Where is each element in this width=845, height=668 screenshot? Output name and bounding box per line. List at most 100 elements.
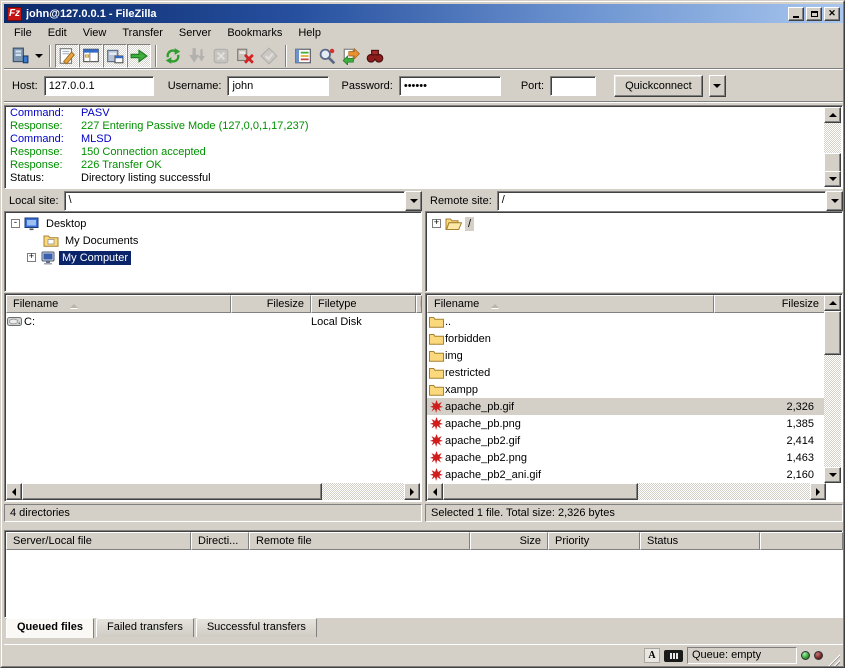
column-header-filesize[interactable]: Filesize <box>714 295 826 313</box>
column-header-priority[interactable]: Priority <box>548 532 640 550</box>
file-row-c-drive[interactable]: C: Local Disk <box>6 313 420 330</box>
collapse-icon[interactable] <box>11 219 20 228</box>
tree-item-root[interactable]: / <box>426 215 842 232</box>
menu-edit[interactable]: Edit <box>40 25 75 41</box>
column-header-filename[interactable]: Filename <box>6 295 231 313</box>
tree-item-my-computer[interactable]: My Computer <box>5 249 421 266</box>
password-input[interactable] <box>399 76 501 96</box>
file-row[interactable]: img <box>427 347 826 364</box>
local-site-combo[interactable]: \ <box>64 191 422 211</box>
file-row[interactable]: xampp <box>427 381 826 398</box>
file-row[interactable]: forbidden <box>427 330 826 347</box>
column-header-filetype[interactable]: Filetype <box>311 295 416 313</box>
resize-grip[interactable] <box>827 653 840 666</box>
remote-tree: / <box>425 211 843 292</box>
site-manager-button[interactable] <box>8 44 32 68</box>
remote-vscroll-thumb[interactable] <box>824 311 841 355</box>
tab-successful-transfers[interactable]: Successful transfers <box>196 618 317 637</box>
tree-item-label[interactable]: My Documents <box>62 234 141 248</box>
maximize-button[interactable] <box>806 7 822 21</box>
tab-queued-files[interactable]: Queued files <box>6 618 94 638</box>
process-queue-button[interactable] <box>185 44 209 68</box>
tab-failed-transfers[interactable]: Failed transfers <box>96 618 194 637</box>
expand-icon[interactable] <box>27 253 36 262</box>
drive-icon <box>6 316 24 327</box>
synchronized-browsing-button[interactable] <box>339 44 363 68</box>
refresh-button[interactable] <box>161 44 185 68</box>
sync-browsing-icon <box>342 47 360 65</box>
tree-item-desktop[interactable]: Desktop <box>5 215 421 232</box>
status-bar: A Queue: empty <box>4 644 843 666</box>
tree-item-my-documents[interactable]: My Documents <box>5 232 421 249</box>
local-site-dropdown[interactable] <box>405 191 422 211</box>
host-input[interactable] <box>44 76 154 96</box>
directory-comparison-button[interactable] <box>315 44 339 68</box>
close-button[interactable]: ✕ <box>824 7 840 21</box>
username-label: Username: <box>168 80 222 92</box>
file-row[interactable]: apache_pb2.png 1,463 <box>427 449 826 466</box>
menu-file[interactable]: File <box>6 25 40 41</box>
reconnect-button[interactable] <box>257 44 281 68</box>
remote-list-header: Filename Filesize <box>427 295 826 313</box>
folder-icon <box>427 367 445 379</box>
file-type: Local Disk <box>311 316 362 328</box>
toolbar-separator <box>155 45 157 67</box>
data-type-indicator-icon[interactable]: A <box>644 648 660 663</box>
image-file-icon <box>427 417 445 430</box>
column-header-size[interactable]: Size <box>470 532 548 550</box>
menu-transfer[interactable]: Transfer <box>114 25 171 41</box>
log-scrollbar[interactable] <box>824 107 841 187</box>
port-label: Port: <box>521 80 544 92</box>
file-row[interactable]: apache_pb2_ani.gif 2,160 <box>427 466 826 483</box>
column-header-status[interactable]: Status <box>640 532 760 550</box>
file-row[interactable]: .. <box>427 313 826 330</box>
quickconnect-dropdown[interactable] <box>709 75 726 97</box>
tree-item-label[interactable]: Desktop <box>43 217 89 231</box>
speed-limits-icon[interactable] <box>664 650 683 662</box>
tree-item-label[interactable]: My Computer <box>59 251 131 265</box>
log-line: Command:MLSD <box>7 133 823 146</box>
remote-vertical-scrollbar[interactable] <box>824 295 841 483</box>
menu-server[interactable]: Server <box>171 25 219 41</box>
toggle-transfer-queue-button[interactable] <box>127 44 151 68</box>
site-manager-dropdown[interactable] <box>32 44 45 68</box>
remote-site-combo[interactable]: / <box>497 191 843 211</box>
log-scroll-thumb[interactable] <box>824 153 841 173</box>
column-header-direction[interactable]: Directi... <box>191 532 249 550</box>
local-horizontal-scrollbar[interactable] <box>6 483 420 500</box>
toggle-remote-tree-button[interactable] <box>103 44 127 68</box>
scroll-left-icon <box>8 488 16 496</box>
cancel-operation-button[interactable] <box>209 44 233 68</box>
port-input[interactable] <box>550 76 596 96</box>
toggle-local-tree-button[interactable] <box>79 44 103 68</box>
local-site-value[interactable]: \ <box>64 191 405 211</box>
file-row[interactable]: apache_pb2.gif 2,414 <box>427 432 826 449</box>
queue-status-text: Queue: empty <box>687 647 797 664</box>
file-row[interactable]: apache_pb.png 1,385 <box>427 415 826 432</box>
directory-filters-button[interactable] <box>291 44 315 68</box>
menu-bookmarks[interactable]: Bookmarks <box>219 25 290 41</box>
menu-help[interactable]: Help <box>290 25 329 41</box>
disconnect-button[interactable] <box>233 44 257 68</box>
dropdown-caret-icon <box>35 54 43 62</box>
remote-site-value[interactable]: / <box>497 191 826 211</box>
local-hscroll-thumb[interactable] <box>22 483 322 500</box>
column-header-server-local-file[interactable]: Server/Local file <box>6 532 191 550</box>
remote-hscroll-thumb[interactable] <box>443 483 638 500</box>
remote-horizontal-scrollbar[interactable] <box>427 483 826 500</box>
file-row[interactable]: restricted <box>427 364 826 381</box>
column-header-filesize[interactable]: Filesize <box>231 295 311 313</box>
minimize-button[interactable] <box>788 7 804 21</box>
column-header-filename[interactable]: Filename <box>427 295 714 313</box>
column-header-last-modified[interactable]: L <box>416 295 422 313</box>
username-input[interactable] <box>227 76 329 96</box>
find-files-button[interactable] <box>363 44 387 68</box>
column-header-remote-file[interactable]: Remote file <box>249 532 470 550</box>
expand-icon[interactable] <box>432 219 441 228</box>
menu-view[interactable]: View <box>75 25 115 41</box>
remote-site-dropdown[interactable] <box>826 191 843 211</box>
file-row-selected[interactable]: apache_pb.gif 2,326 <box>427 398 826 415</box>
toggle-message-log-button[interactable] <box>55 44 79 68</box>
tree-item-label[interactable]: / <box>465 217 474 231</box>
quickconnect-button[interactable]: Quickconnect <box>614 75 703 97</box>
